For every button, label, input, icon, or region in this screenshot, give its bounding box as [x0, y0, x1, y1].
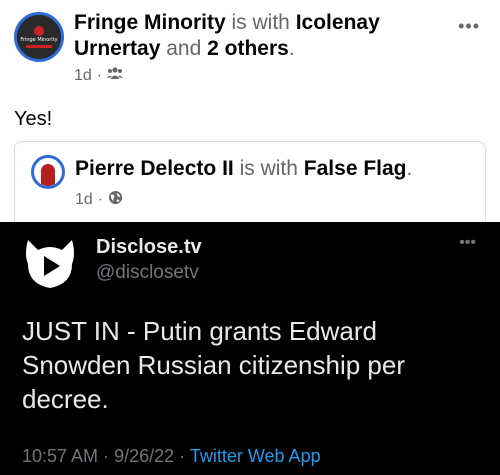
tweet-author-name[interactable]: Disclose.tv	[96, 236, 202, 259]
period: .	[288, 37, 295, 60]
shared-separator: ·	[97, 191, 104, 208]
avatar-label: Fringe Minority	[20, 37, 58, 43]
disclosetv-logo-icon[interactable]	[22, 236, 78, 292]
author-name[interactable]: Fringe Minority	[74, 11, 226, 34]
and-label: and	[166, 37, 202, 60]
avatar-image: Fringe Minority	[17, 15, 61, 59]
globe-icon	[108, 190, 123, 210]
post-time[interactable]: 1d	[74, 67, 92, 85]
shared-period: .	[406, 157, 413, 180]
logo-strip	[26, 45, 52, 48]
more-options-icon[interactable]: •••	[458, 16, 480, 37]
shared-meta: 1d ·	[75, 190, 123, 210]
shared-avatar[interactable]	[31, 155, 65, 189]
tweet-text: JUST IN - Putin grants Edward Snowden Ru…	[22, 316, 405, 414]
logo-mark	[34, 26, 44, 36]
tweet-meta: 10:57 AM · 9/26/22 · Twitter Web App	[22, 446, 321, 467]
with-label: is with	[231, 11, 290, 34]
shared-author[interactable]: Pierre Delecto II	[75, 157, 234, 180]
shared-time[interactable]: 1d	[75, 191, 93, 209]
embedded-tweet[interactable]: Disclose.tv @disclosetv ••• JUST IN - Pu…	[0, 222, 500, 475]
tweet-time[interactable]: 10:57 AM	[22, 446, 98, 466]
shared-post[interactable]: Pierre Delecto II is with False Flag. 1d…	[14, 141, 486, 231]
tweet-date[interactable]: 9/26/22	[114, 446, 174, 466]
post-meta: 1d ·	[74, 66, 124, 85]
others-link[interactable]: 2 others	[207, 37, 289, 60]
post-title: Fringe Minority is with Icolenay Urnerta…	[74, 10, 434, 62]
post-header: Fringe Minority Fringe Minority is with …	[14, 10, 486, 90]
post-text: Yes!	[14, 108, 53, 130]
tweet-separator: ·	[103, 446, 110, 466]
shared-tagged[interactable]: False Flag	[304, 157, 407, 180]
shared-with-label: is with	[239, 157, 298, 180]
avatar-figure	[41, 164, 55, 186]
avatar[interactable]: Fringe Minority	[14, 12, 64, 62]
tweet-more-icon[interactable]: •••	[459, 234, 476, 252]
tweet-separator: ·	[179, 446, 186, 466]
tweet-source-app[interactable]: Twitter Web App	[190, 446, 321, 466]
tweet-handle[interactable]: @disclosetv	[96, 262, 199, 284]
separator: ·	[96, 66, 103, 84]
friends-icon	[107, 66, 124, 85]
shared-title: Pierre Delecto II is with False Flag.	[75, 156, 412, 182]
